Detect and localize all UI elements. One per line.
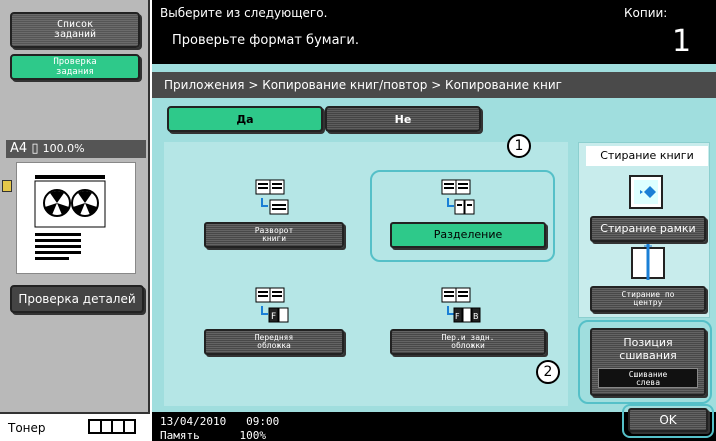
copies-count: 1 <box>672 24 692 59</box>
paper-size: A4 <box>10 141 28 156</box>
zoom-value: 100.0% <box>42 142 85 155</box>
header-title: Выберите из следующего. <box>160 6 328 20</box>
status-datetime: 13/04/2010 09:00 <box>160 415 280 428</box>
no-button[interactable]: Не <box>325 106 481 132</box>
frame-erase-button[interactable]: Стирание рамки <box>590 216 706 242</box>
separate-button[interactable]: Разделение <box>390 222 546 248</box>
paper-orientation-icon: ▯ <box>31 141 43 156</box>
center-erase-button[interactable]: Стирание по центру <box>590 286 706 312</box>
status-memory: Память 100% <box>160 429 266 441</box>
svg-text:B: B <box>473 312 479 321</box>
tray-icon <box>2 180 12 192</box>
callout-2: 2 <box>536 360 560 384</box>
front-back-cover-icon: F B <box>441 287 481 323</box>
paper-status-bar: A4 ▯ 100.0% <box>6 140 146 158</box>
toner-label: Тонер <box>8 421 46 435</box>
preview-page <box>16 162 136 274</box>
callout-1: 1 <box>507 134 531 158</box>
book-spread-button[interactable]: Разворот книги <box>204 222 344 248</box>
preview-document-icon <box>34 175 106 260</box>
front-back-cover-button[interactable]: Пер.и задн. обложки <box>390 329 546 355</box>
binding-position-title: Позиция сшивания <box>619 336 677 362</box>
breadcrumb: Приложения > Копирование книг/повтор > К… <box>152 72 716 98</box>
yes-button[interactable]: Да <box>167 106 323 132</box>
frame-erase-icon <box>629 175 663 209</box>
job-check-button[interactable]: Проверка задания <box>10 54 140 80</box>
book-spread-icon <box>255 179 289 215</box>
header-message: Проверьте формат бумаги. <box>172 33 359 48</box>
front-cover-icon: F <box>255 287 289 323</box>
svg-text:F: F <box>271 312 276 322</box>
job-list-button[interactable]: Список заданий <box>10 12 140 48</box>
ok-button[interactable]: OK <box>628 408 708 432</box>
details-button[interactable]: Проверка деталей <box>10 285 144 313</box>
toner-level-meter <box>88 419 136 434</box>
center-erase-icon <box>631 244 665 280</box>
svg-text:F: F <box>455 312 460 321</box>
copies-label: Копии: <box>624 6 668 20</box>
binding-position-value: Сшивание слева <box>598 368 698 388</box>
book-erase-title: Стирание книги <box>586 146 708 166</box>
front-cover-button[interactable]: Передняя обложка <box>204 329 344 355</box>
separate-pages-icon <box>441 179 475 215</box>
